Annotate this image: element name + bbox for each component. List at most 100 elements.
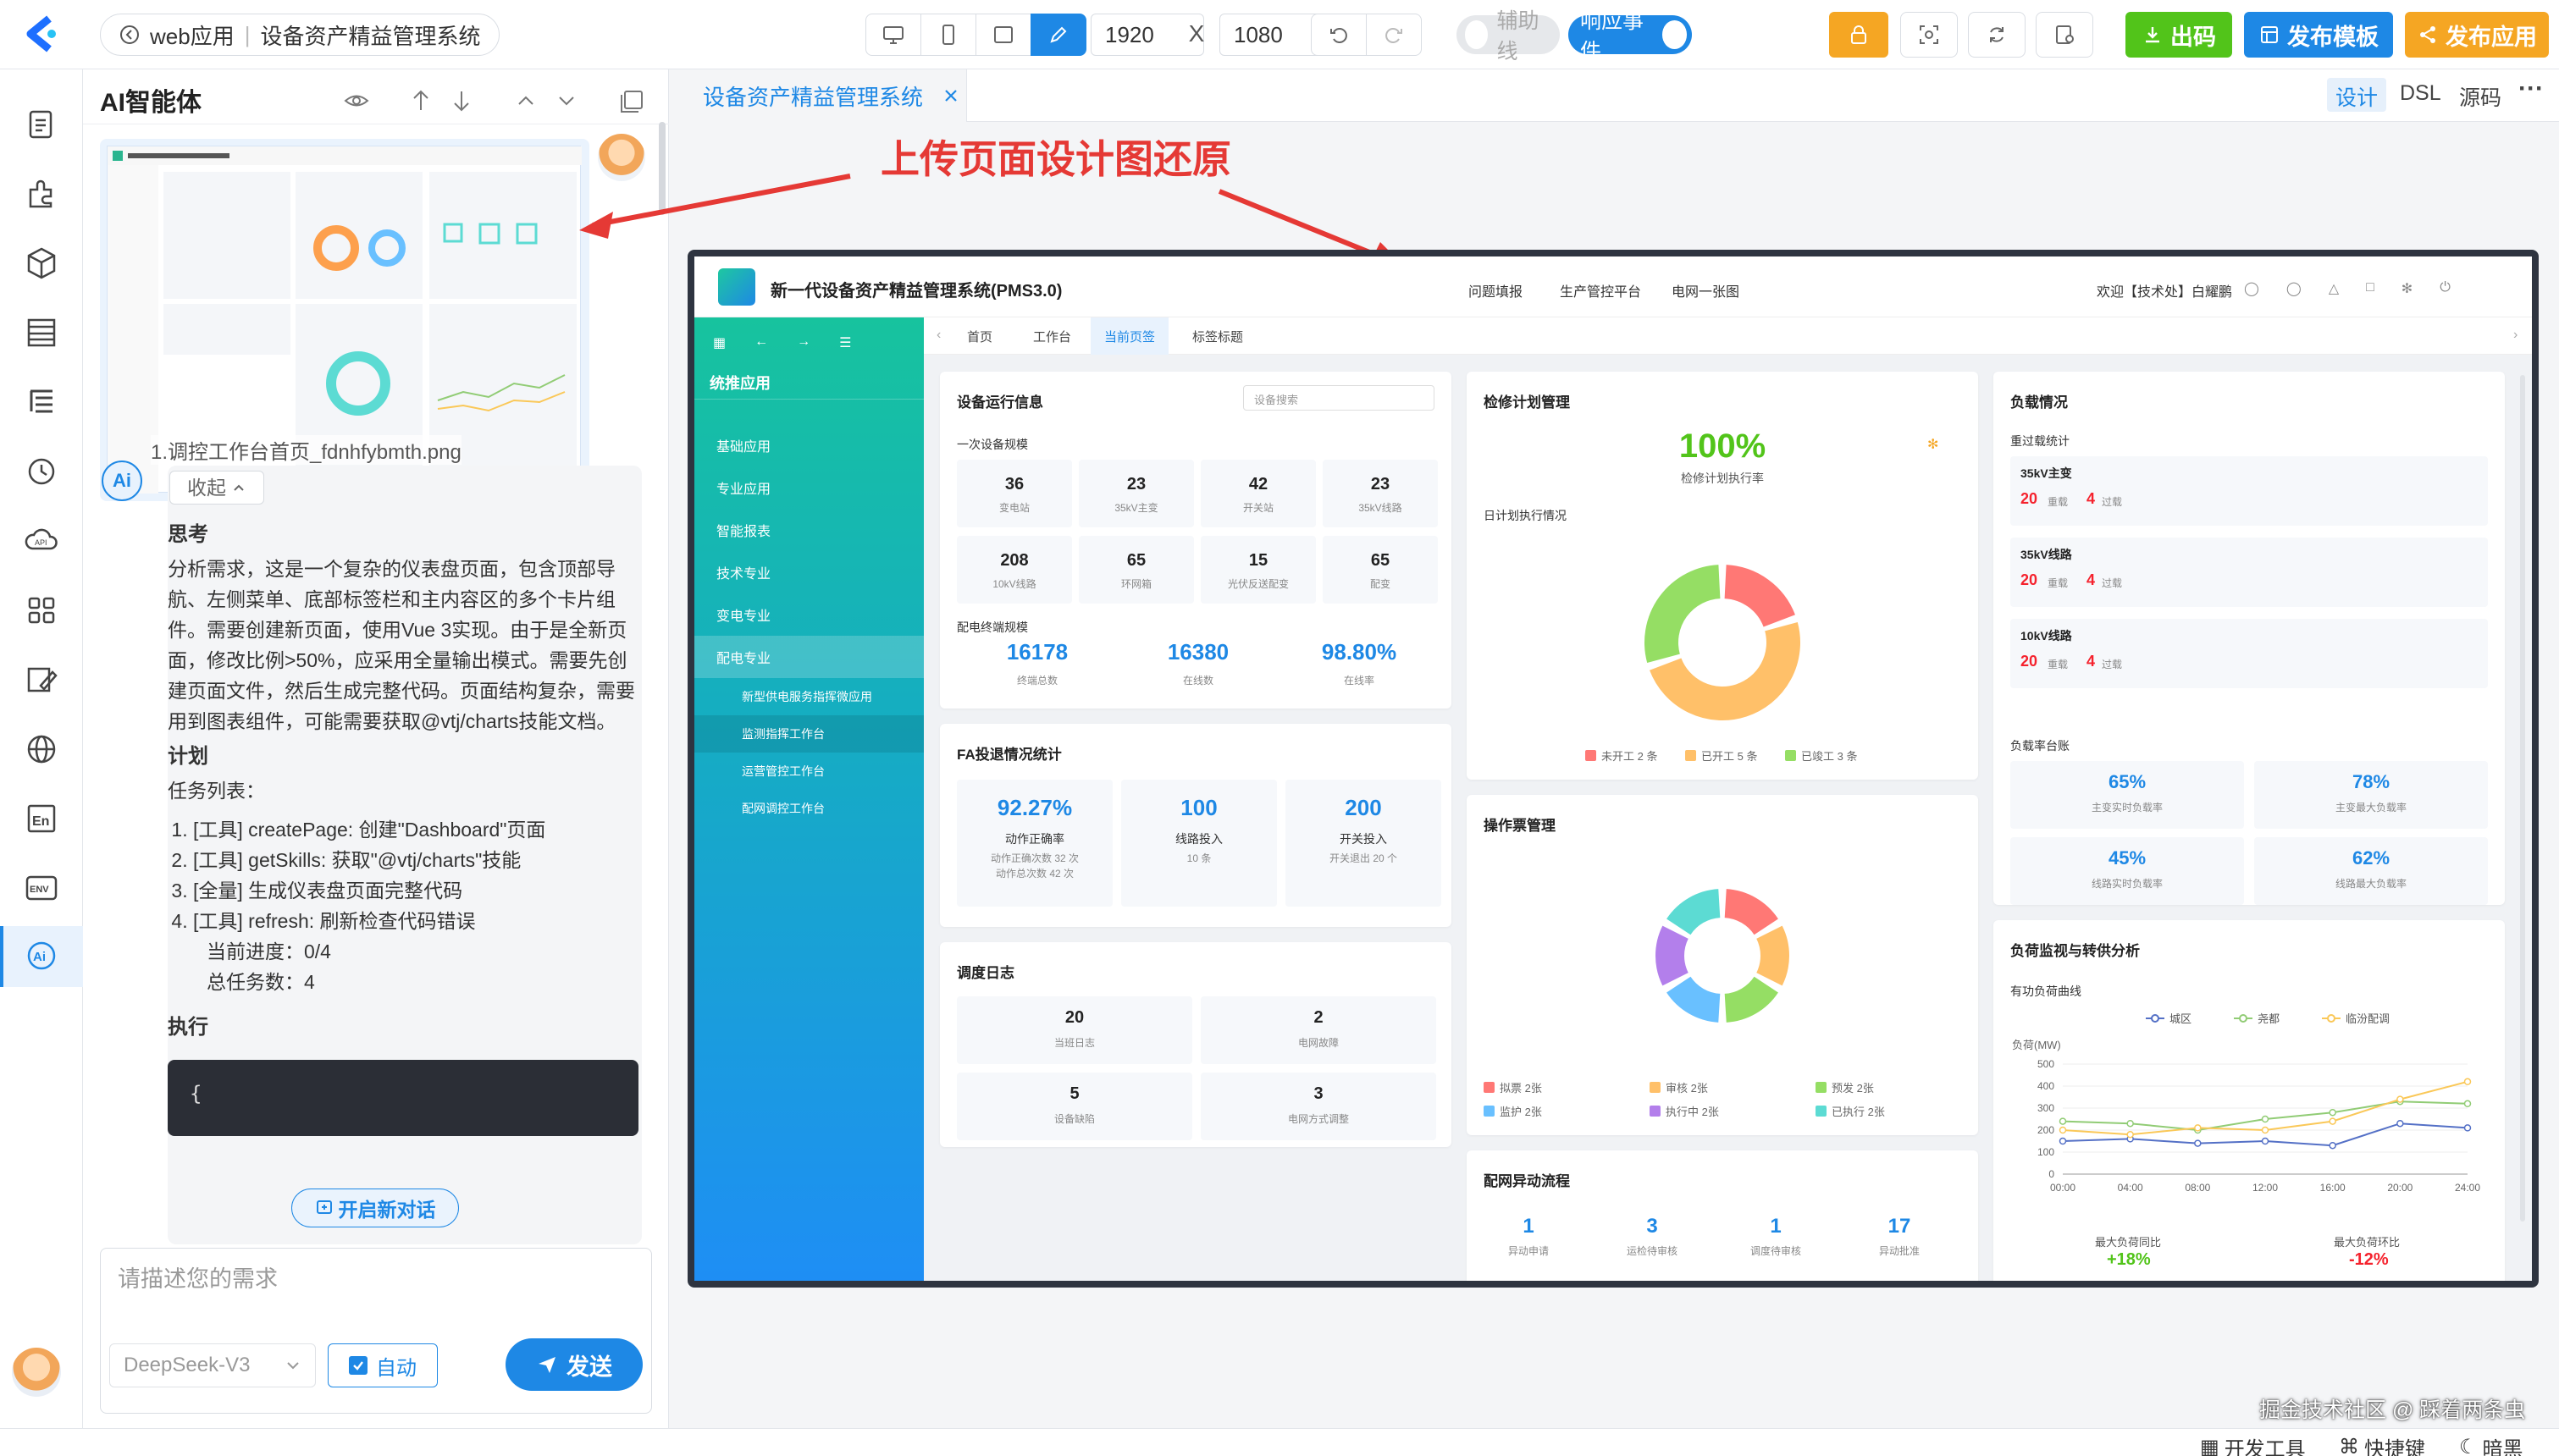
donut-slice (1655, 925, 1689, 986)
pms-tab[interactable]: 标签标题 (1192, 328, 1243, 345)
grid-icon[interactable]: ▦ (713, 334, 726, 351)
tablet-view-button[interactable] (976, 14, 1031, 56)
bell-icon[interactable]: △ (2329, 280, 2339, 297)
tab-next-icon[interactable]: › (2513, 328, 2518, 343)
designer-tab[interactable]: 设备资产精益管理系统 (669, 69, 967, 122)
redo-button[interactable] (1366, 14, 1422, 56)
overload-label: 重过载统计 (2010, 434, 2070, 448)
over-label: 过载 (2102, 577, 2123, 589)
abnormal-label: 运检待审核 (1626, 1245, 1677, 1257)
history-list-icon[interactable] (618, 86, 647, 115)
i18n-en-icon[interactable]: En (19, 796, 64, 841)
api-cloud-icon[interactable]: API (19, 518, 64, 564)
arrow-left-icon[interactable]: ← (754, 334, 768, 351)
pms-side-item[interactable]: 基础应用 (694, 424, 924, 466)
new-chat-button[interactable]: 开启新对话 (291, 1189, 459, 1227)
collapse-button[interactable]: 收起 (169, 471, 264, 505)
pms-sub-item[interactable]: 运营管控工作台 (694, 753, 924, 790)
document-icon[interactable]: □ (2366, 280, 2374, 297)
view-switch-design[interactable]: 设计 (2327, 78, 2387, 112)
attachment-card[interactable]: 1.调控工作台首页_fdnhfybmth.png (100, 139, 589, 501)
apps-grid-icon[interactable] (19, 587, 64, 633)
edit-mode-button[interactable] (1031, 14, 1086, 56)
chevron-up-icon[interactable] (511, 86, 540, 115)
breadcrumb[interactable]: web应用 | 设备资产精益管理系统 (100, 14, 500, 56)
pencil-icon (1050, 26, 1067, 43)
menu-icon[interactable]: ☰ (839, 334, 851, 351)
publish-template-button[interactable]: 发布模板 (2244, 12, 2393, 58)
arrow-down-icon[interactable] (447, 86, 476, 115)
arrow-up-icon[interactable] (406, 86, 435, 115)
view-switch-dsl[interactable]: DSL (2391, 78, 2450, 112)
power-icon[interactable]: ⏻ (2440, 280, 2451, 297)
history-icon[interactable] (19, 449, 64, 494)
arrow-right-icon[interactable]: → (797, 334, 810, 351)
load-rate-value: 62% (2352, 847, 2390, 869)
settings-icon[interactable]: ✻ (2401, 280, 2413, 297)
ai-agent-icon[interactable]: Ai (19, 933, 64, 979)
model-select[interactable]: DeepSeek-V3 (109, 1343, 316, 1387)
screenshot-button[interactable] (1900, 12, 1958, 58)
back-icon[interactable] (119, 25, 140, 45)
load-rate-label: 负载率台账 (2010, 739, 2070, 753)
undo-button[interactable] (1311, 14, 1367, 56)
dev-tools-button[interactable]: ▦ 开发工具 (2200, 1432, 2306, 1456)
pms-side-item-active[interactable]: 配电专业 (694, 636, 924, 678)
chat-input[interactable]: 请描述您的需求 (118, 1260, 634, 1328)
pms-sub-item-active[interactable]: 监测指挥工作台 (694, 715, 924, 753)
close-icon[interactable] (942, 86, 960, 105)
user-icon[interactable]: ◯ (2244, 280, 2259, 297)
y-tick-label: 100 (2037, 1146, 2054, 1158)
export-code-button[interactable]: 出码 (2125, 12, 2232, 58)
pms-sub-item[interactable]: 配网调控工作台 (694, 790, 924, 827)
pms-tab[interactable]: 工作台 (1033, 328, 1071, 345)
preview-button[interactable] (2036, 12, 2093, 58)
pms-side-item[interactable]: 技术专业 (694, 551, 924, 593)
plugin-icon[interactable] (19, 171, 64, 217)
dimension-times: X (1188, 20, 1205, 47)
lock-button[interactable] (1829, 12, 1888, 58)
publish-app-button[interactable]: 发布应用 (2405, 12, 2549, 58)
layout-icon[interactable] (19, 310, 64, 356)
pms-nav-item[interactable]: 问题填报 (1468, 280, 1523, 301)
form-edit-icon[interactable] (19, 657, 64, 703)
user-avatar[interactable] (12, 1348, 61, 1397)
component-cube-icon[interactable] (19, 240, 64, 286)
shortcuts-button[interactable]: ⌘ 快捷键 (2339, 1432, 2425, 1456)
auto-checkbox[interactable]: 自动 (328, 1343, 438, 1387)
pms-nav-item[interactable]: 电网一张图 (1672, 280, 1739, 301)
pms-nav-item[interactable]: 生产管控平台 (1560, 280, 1641, 301)
desktop-view-button[interactable] (865, 14, 921, 56)
pms-scrollbar[interactable] (2520, 375, 2525, 1222)
legend-label: 尧都 (2258, 1012, 2280, 1025)
pms-side-item[interactable]: 智能报表 (694, 509, 924, 551)
settings-icon[interactable]: ✻ (1927, 436, 1938, 453)
response-events-toggle[interactable]: 响应事件 (1568, 9, 1692, 63)
logo-icon[interactable] (24, 15, 61, 52)
dispatch-stat-value: 5 (1069, 1084, 1080, 1103)
theme-toggle[interactable]: ☾ 暗黑 (2459, 1432, 2523, 1456)
profile-icon[interactable]: ◯ (2286, 280, 2302, 297)
chevron-down-icon[interactable] (552, 86, 581, 115)
pms-side-item[interactable]: 变电专业 (694, 593, 924, 636)
pms-sub-item[interactable]: 新型供电服务指挥微应用 (694, 678, 924, 715)
pms-side-item[interactable]: 专业应用 (694, 466, 924, 509)
pms-tab-active[interactable]: 当前页签 (1091, 317, 1169, 355)
send-button[interactable]: 发送 (506, 1338, 643, 1391)
more-menu-icon[interactable]: ··· (2518, 74, 2544, 103)
view-switch-source[interactable]: 源码 (2451, 78, 2510, 112)
refresh-button[interactable] (1968, 12, 2026, 58)
pages-icon[interactable] (19, 102, 64, 147)
guide-line-toggle[interactable]: 辅助线 (1456, 9, 1560, 63)
donut-slice (1644, 565, 1722, 664)
env-icon[interactable]: ENV (19, 865, 64, 911)
device-search-input[interactable]: 设备搜索 (1243, 385, 1434, 411)
globe-icon[interactable] (19, 726, 64, 772)
x-tick-label: 00:00 (2050, 1182, 2075, 1194)
mobile-view-button[interactable] (920, 14, 976, 56)
eye-icon[interactable] (342, 86, 371, 115)
legend-label: 拟票 2张 (1500, 1082, 1542, 1095)
tab-prev-icon[interactable]: ‹ (937, 328, 941, 343)
pms-tab[interactable]: 首页 (967, 328, 992, 345)
outline-tree-icon[interactable] (19, 379, 64, 425)
